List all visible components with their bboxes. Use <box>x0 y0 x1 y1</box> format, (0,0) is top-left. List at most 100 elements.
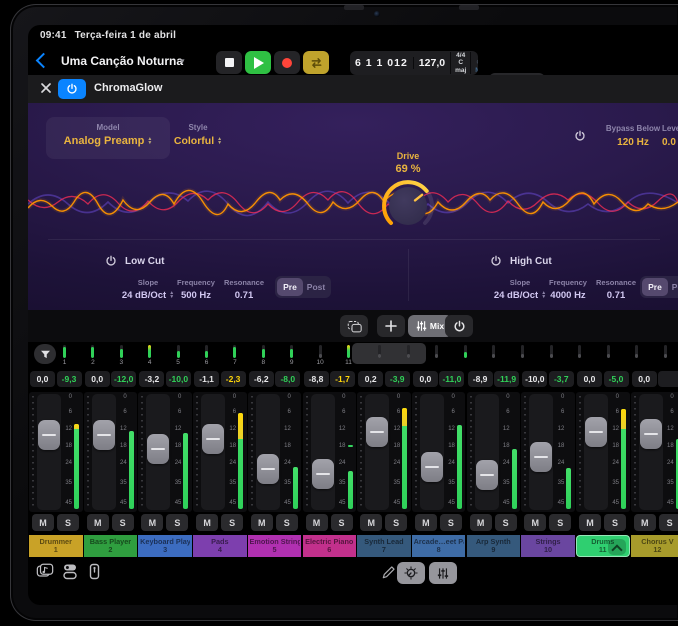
mute-button[interactable]: M <box>415 514 437 531</box>
cycle-region-button[interactable] <box>340 315 368 337</box>
track-name-tab[interactable]: Electric Piano 6 <box>303 535 357 557</box>
track-name-tab[interactable]: Drums 11 <box>576 535 630 557</box>
mute-button[interactable]: M <box>141 514 163 531</box>
bypass-below-value[interactable]: 120 Hz <box>594 137 672 148</box>
mixer-view-button[interactable] <box>429 562 457 584</box>
mute-button[interactable]: M <box>634 514 656 531</box>
track-name-tab[interactable]: Drummer 1 <box>29 535 83 557</box>
track-name-tab[interactable]: Strings 10 <box>521 535 575 557</box>
channel-gain-value[interactable]: -8,9 <box>468 371 493 387</box>
high-cut-resonance-value[interactable]: 0.71 <box>588 290 644 301</box>
mute-button[interactable]: M <box>579 514 601 531</box>
mute-button[interactable]: M <box>360 514 382 531</box>
overview-meter[interactable] <box>91 345 94 358</box>
track-name-tab[interactable]: Synth Lead 7 <box>357 535 411 557</box>
overview-meter[interactable] <box>290 345 293 358</box>
channel-gain-value[interactable]: 0,2 <box>358 371 383 387</box>
solo-button[interactable]: S <box>659 514 678 531</box>
overview-meter[interactable] <box>262 345 265 358</box>
overview-meter[interactable] <box>492 345 495 358</box>
overview-meter[interactable] <box>63 345 66 358</box>
fader-track[interactable] <box>146 394 170 510</box>
low-cut-power-icon[interactable] <box>105 255 117 267</box>
bypass-power-icon[interactable] <box>574 130 586 142</box>
fader-cap[interactable] <box>530 442 552 472</box>
back-chevron-icon[interactable] <box>36 53 52 69</box>
fader-cap[interactable] <box>366 417 388 447</box>
overview-meter[interactable] <box>148 345 151 358</box>
fader-cap[interactable] <box>38 420 60 450</box>
overview-meter[interactable] <box>550 345 553 358</box>
mute-button[interactable]: M <box>87 514 109 531</box>
mute-button[interactable]: M <box>32 514 54 531</box>
overview-meter[interactable] <box>378 345 381 358</box>
stop-button[interactable] <box>216 51 242 74</box>
loops-browser-icon[interactable] <box>36 563 54 580</box>
fader-track[interactable] <box>420 394 444 510</box>
mute-button[interactable]: M <box>251 514 273 531</box>
overview-meter[interactable] <box>464 345 467 358</box>
lcd-display[interactable]: 6 1 1 012 127,0 4/4 C maj In Out MIDI <box>350 51 478 75</box>
project-title[interactable]: Uma Canção Noturna <box>61 54 183 68</box>
overview-meter[interactable] <box>664 345 667 358</box>
fader-track[interactable] <box>475 394 499 510</box>
mute-button[interactable]: M <box>470 514 492 531</box>
pre-button[interactable]: Pre <box>642 278 668 296</box>
channel-gain-value[interactable]: 0,0 <box>413 371 438 387</box>
cycle-button[interactable] <box>303 51 329 74</box>
solo-button[interactable]: S <box>385 514 407 531</box>
overview-meter[interactable] <box>521 345 524 358</box>
overview-meter[interactable] <box>435 345 438 358</box>
fader-cap[interactable] <box>147 434 169 464</box>
solo-button[interactable]: S <box>440 514 462 531</box>
level-value[interactable]: 0.0 <box>662 137 678 148</box>
solo-button[interactable]: S <box>166 514 188 531</box>
solo-button[interactable]: S <box>276 514 298 531</box>
fader-cap[interactable] <box>202 424 224 454</box>
fader-track[interactable] <box>201 394 225 510</box>
overview-meter[interactable] <box>233 345 236 358</box>
close-icon[interactable] <box>40 82 52 94</box>
connector-icon[interactable] <box>89 563 100 580</box>
mixer-power-button[interactable] <box>445 315 473 337</box>
overview-meter[interactable] <box>120 345 123 358</box>
fader-track[interactable] <box>639 394 663 510</box>
plugins-stack-icon[interactable] <box>62 563 78 580</box>
track-name-tab[interactable]: Bass Player 2 <box>84 535 138 557</box>
add-plugin-button[interactable] <box>377 315 405 337</box>
fader-track[interactable] <box>584 394 608 510</box>
pencil-icon[interactable] <box>381 565 396 580</box>
low-cut-resonance-value[interactable]: 0.71 <box>216 290 272 301</box>
channel-gain-value[interactable]: 0,0 <box>85 371 110 387</box>
collapse-chevron-up-button[interactable] <box>608 539 626 555</box>
channel-gain-value[interactable]: 0,0 <box>30 371 55 387</box>
overview-meter[interactable] <box>607 345 610 358</box>
fader-cap[interactable] <box>93 420 115 450</box>
fader-cap[interactable] <box>585 417 607 447</box>
post-button[interactable]: Post <box>303 278 329 296</box>
drive-knob[interactable] <box>378 176 438 236</box>
fader-track[interactable] <box>256 394 280 510</box>
solo-button[interactable]: S <box>112 514 134 531</box>
overview-meter[interactable] <box>407 345 410 358</box>
track-name-tab[interactable]: Keyboard Player 3 <box>138 535 192 557</box>
solo-button[interactable]: S <box>604 514 626 531</box>
track-name-tab[interactable]: Pads 4 <box>193 535 247 557</box>
channel-gain-value[interactable]: -3,2 <box>139 371 164 387</box>
fader-track[interactable] <box>365 394 389 510</box>
channel-gain-value[interactable]: -8,8 <box>304 371 329 387</box>
overview-meter[interactable] <box>347 345 350 358</box>
overview-meter[interactable] <box>578 345 581 358</box>
overview-window[interactable] <box>352 343 426 364</box>
solo-button[interactable]: S <box>221 514 243 531</box>
fader-cap[interactable] <box>257 454 279 484</box>
fader-track[interactable] <box>37 394 61 510</box>
record-button[interactable] <box>274 51 300 74</box>
chevron-down-icon[interactable]: ▾ <box>180 56 185 67</box>
fader-cap[interactable] <box>476 460 498 490</box>
pre-button[interactable]: Pre <box>277 278 303 296</box>
high-cut-power-icon[interactable] <box>490 255 502 267</box>
overview-meter[interactable] <box>205 345 208 358</box>
play-button[interactable] <box>245 51 271 74</box>
channel-gain-value[interactable]: -6,2 <box>249 371 274 387</box>
